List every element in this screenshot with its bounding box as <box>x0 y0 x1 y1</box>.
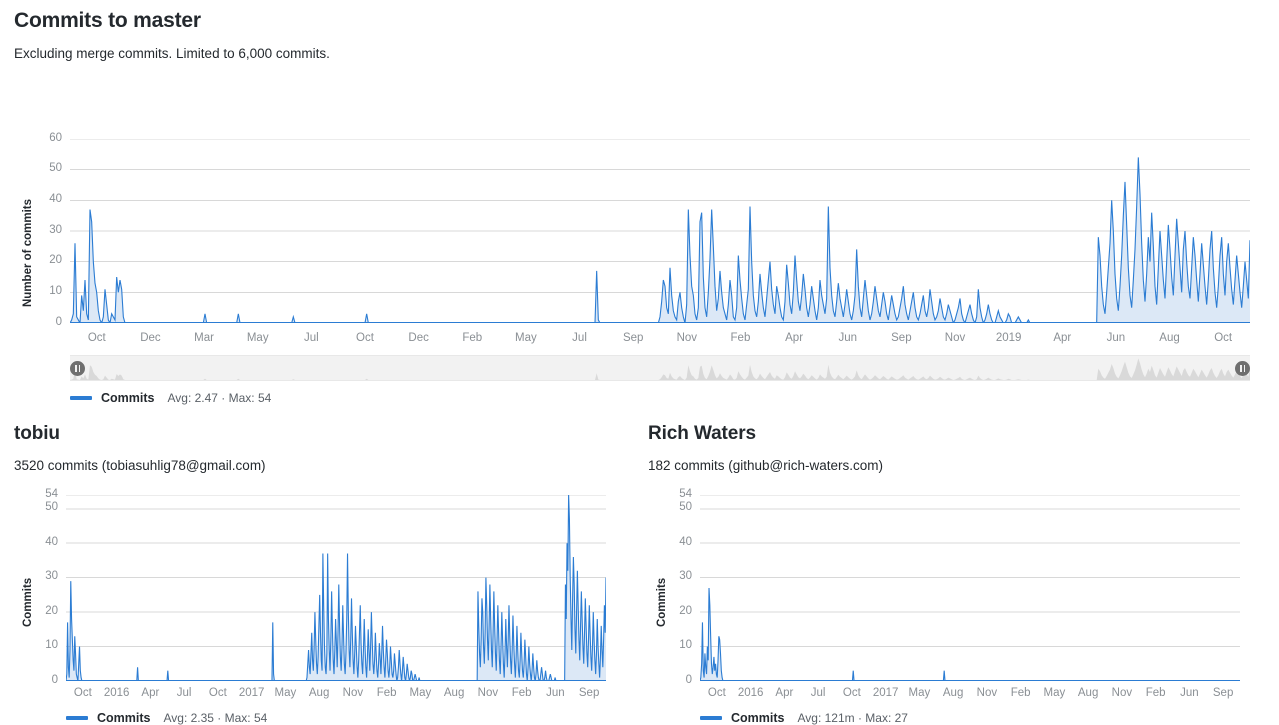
x-tick-label: May <box>246 332 269 344</box>
y-tick-label: 40 <box>679 535 692 548</box>
panel-tobiu-header: tobiu 3520 commits (tobiasuhlig78@gmail.… <box>14 422 266 474</box>
panel-tobiu-y-axis-title: Commits <box>22 577 34 627</box>
x-tick-label: Dec <box>140 332 161 344</box>
panel-rich-waters-legend[interactable]: Commits Avg: 121m · Max: 27 <box>700 711 908 725</box>
y-tick-label: 0 <box>51 673 58 686</box>
page-header: Commits to master Excluding merge commit… <box>0 0 1279 62</box>
main-chart-legend[interactable]: Commits Avg: 2.47 · Max: 54 <box>70 391 271 405</box>
panel-tobiu-subtitle: 3520 commits (tobiasuhlig78@gmail.com) <box>14 458 266 473</box>
x-tick-label: Apr <box>1053 332 1072 344</box>
y-tick-label: 50 <box>679 501 692 514</box>
x-tick-label: Feb <box>730 332 751 344</box>
legend-stats: Avg: 121m · Max: 27 <box>797 711 908 725</box>
panel-rich-waters-plot-area[interactable] <box>700 495 1240 681</box>
y-tick-label: 54 <box>679 487 692 500</box>
panel-tobiu-title: tobiu <box>14 423 60 444</box>
x-tick-label: Jun <box>838 332 857 344</box>
y-tick-label: 0 <box>685 673 692 686</box>
legend-color-swatch-icon <box>700 716 722 720</box>
y-tick-label: 54 <box>45 487 58 500</box>
range-slider-left-handle[interactable] <box>70 360 85 376</box>
y-tick-label: 30 <box>679 570 692 583</box>
legend-color-swatch-icon <box>70 396 92 400</box>
x-tick-label: Nov <box>944 332 966 344</box>
x-tick-label: Sep <box>1212 687 1234 699</box>
x-tick-label: Oct <box>1214 332 1233 344</box>
y-tick-label: 10 <box>679 639 692 652</box>
y-tick-label: 20 <box>45 604 58 617</box>
x-tick-label: Aug <box>1159 332 1180 344</box>
panel-rich-waters-title: Rich Waters <box>648 423 757 444</box>
legend-series-label: Commits <box>97 711 151 725</box>
x-tick-label: Jul <box>304 332 319 344</box>
page-title: Commits to master <box>14 9 201 32</box>
panel-tobiu-plot-area[interactable] <box>66 495 606 681</box>
y-tick-label: 40 <box>49 192 62 205</box>
range-slider-preview <box>70 358 1250 380</box>
panel-tobiu-legend[interactable]: Commits Avg: 2.35 · Max: 54 <box>66 711 267 725</box>
y-tick-label: 0 <box>55 315 62 328</box>
main-chart-plot-area[interactable] <box>70 139 1250 323</box>
y-tick-label: 50 <box>45 501 58 514</box>
main-chart-svg <box>70 139 1250 323</box>
legend-stats: Avg: 2.47 · Max: 54 <box>167 391 272 405</box>
y-tick-label: 30 <box>49 223 62 236</box>
panel-rich-waters-subtitle: 182 commits (github@rich-waters.com) <box>648 458 884 473</box>
panel-rich-waters-svg <box>700 495 1240 681</box>
panel-rich-waters-y-axis-title: Commits <box>656 577 668 627</box>
range-slider[interactable] <box>70 355 1250 381</box>
y-tick-label: 50 <box>49 162 62 175</box>
x-tick-label: Jul <box>572 332 587 344</box>
page-subtitle: Excluding merge commits. Limited to 6,00… <box>14 46 330 61</box>
x-tick-label: Dec <box>408 332 429 344</box>
x-tick-label: Nov <box>676 332 698 344</box>
legend-series-label: Commits <box>101 391 155 405</box>
panel-rich-waters-header: Rich Waters 182 commits (github@rich-wat… <box>648 422 883 474</box>
x-tick-label: Sep <box>578 687 600 699</box>
y-tick-label: 20 <box>679 604 692 617</box>
y-tick-label: 10 <box>49 284 62 297</box>
x-tick-label: 2019 <box>995 332 1022 344</box>
x-tick-label: Oct <box>356 332 374 344</box>
x-tick-label: Sep <box>891 332 912 344</box>
x-tick-label: Jun <box>1106 332 1126 344</box>
y-tick-label: 20 <box>49 254 62 267</box>
panel-tobiu-svg <box>66 495 606 681</box>
legend-series-label: Commits <box>731 711 785 725</box>
x-tick-label: Feb <box>462 332 483 344</box>
x-tick-label: Oct <box>87 332 106 344</box>
y-tick-label: 30 <box>45 570 58 583</box>
legend-stats: Avg: 2.35 · Max: 54 <box>163 711 268 725</box>
legend-color-swatch-icon <box>66 716 88 720</box>
x-tick-label: May <box>515 332 537 344</box>
x-tick-label: Sep <box>622 332 644 344</box>
range-slider-right-handle[interactable] <box>1235 360 1250 376</box>
y-tick-label: 60 <box>49 131 62 144</box>
x-tick-label: Apr <box>785 332 804 344</box>
y-tick-label: 40 <box>45 535 58 548</box>
x-tick-label: Mar <box>194 332 214 344</box>
y-tick-label: 10 <box>45 639 58 652</box>
